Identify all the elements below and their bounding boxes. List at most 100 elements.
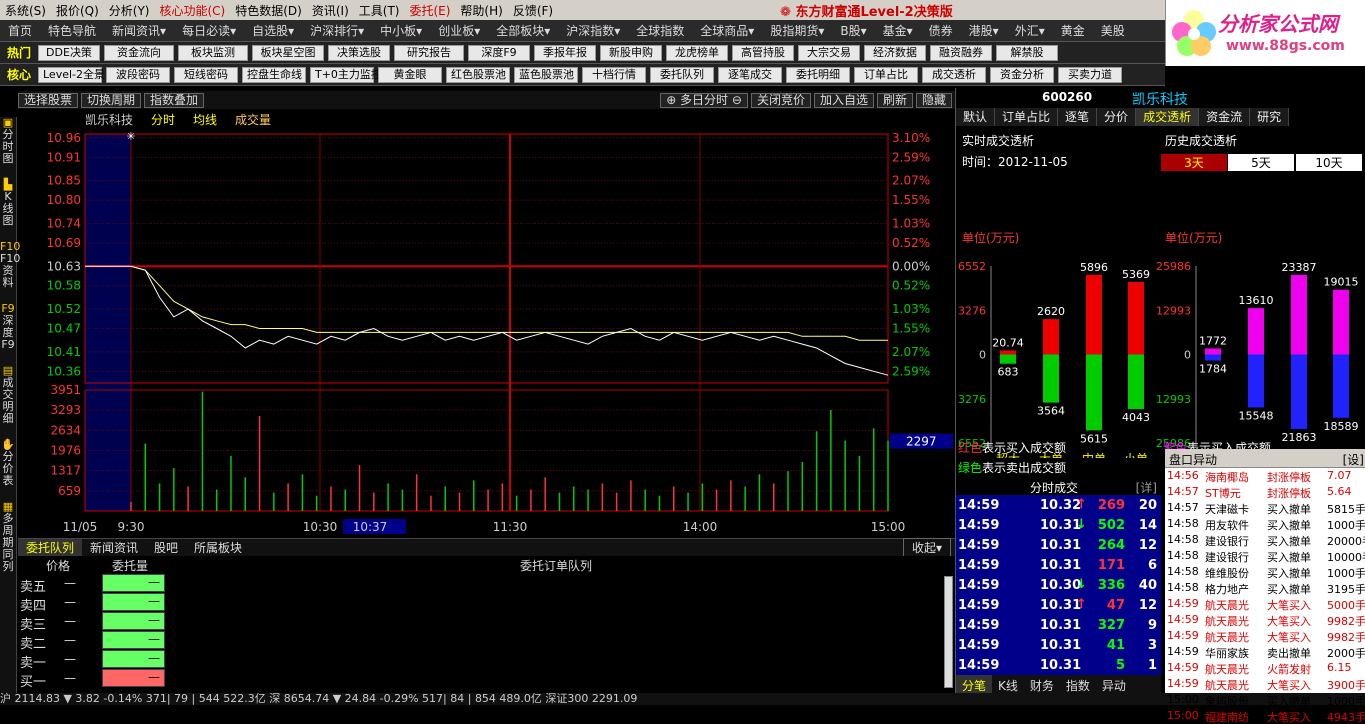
- tick-tab[interactable]: K线: [992, 675, 1024, 693]
- nav-item[interactable]: 全球指数: [628, 22, 692, 39]
- right-tab[interactable]: 研究: [1250, 108, 1290, 126]
- nav-item[interactable]: 黄金: [1053, 22, 1093, 39]
- right-tab[interactable]: 订单占比: [995, 108, 1059, 126]
- menu-item[interactable]: 系统(S): [0, 2, 51, 19]
- menu-item[interactable]: 工具(T): [354, 2, 405, 19]
- nav-item[interactable]: 沪深排行▾: [302, 22, 372, 39]
- tick-tab[interactable]: 分笔: [956, 675, 993, 693]
- side-tab[interactable]: ▣ 分时图: [0, 117, 16, 165]
- alert-row[interactable]: 14:59 华丽家族 卖出撤单 2000手: [1165, 644, 1365, 660]
- hot-button[interactable]: 深度F9: [468, 44, 530, 61]
- core-button[interactable]: 成交透析: [922, 66, 986, 83]
- core-button[interactable]: 买卖力道: [1058, 66, 1122, 83]
- tick-tab[interactable]: 异动: [1095, 675, 1132, 693]
- nav-item[interactable]: 特色导航: [40, 22, 104, 39]
- nav-item[interactable]: 自选股▾: [244, 22, 302, 39]
- nav-item[interactable]: 外汇▾: [1007, 22, 1053, 39]
- side-tab[interactable]: ▦ 多周期同列: [0, 501, 16, 573]
- queue-scrollbar[interactable]: [944, 576, 953, 688]
- menu-item[interactable]: 特色数据(D): [230, 2, 307, 19]
- bottom-tab[interactable]: 委托队列: [18, 539, 83, 556]
- alert-row[interactable]: 15:00 福建南纺 大笔买入 4943手: [1165, 708, 1365, 724]
- alert-row[interactable]: 14:58建设银行买入撤单20000手: [1165, 532, 1365, 548]
- side-tab[interactable]: F9 深度F9: [0, 303, 16, 351]
- right-tab[interactable]: 资金流: [1199, 108, 1251, 126]
- alert-settings-button[interactable]: [设]: [1343, 451, 1364, 468]
- core-button[interactable]: 十档行情: [582, 66, 646, 83]
- hot-button[interactable]: 龙虎榜单: [666, 44, 728, 61]
- core-button[interactable]: 订单占比: [854, 66, 918, 83]
- nav-item[interactable]: 基金▾: [875, 22, 921, 39]
- menu-item[interactable]: 委托(E): [404, 2, 455, 19]
- nav-item[interactable]: B股▾: [832, 22, 874, 39]
- bottom-tab[interactable]: 所属板块: [186, 539, 250, 556]
- tick-tab[interactable]: 指数: [1059, 675, 1096, 693]
- avg-label[interactable]: 均线: [193, 111, 217, 128]
- nav-item[interactable]: 新闻资讯▾: [104, 22, 174, 39]
- alert-row[interactable]: 14:57 ST博元 封涨停板 5.64: [1165, 484, 1365, 500]
- alert-row[interactable]: 14:59 航天晨光 大笔买入 5000手: [1165, 596, 1365, 612]
- nav-item[interactable]: 全部板块▾: [488, 22, 558, 39]
- core-button[interactable]: 控盘生命线: [242, 66, 306, 83]
- mode-label[interactable]: 分时: [151, 111, 175, 128]
- core-button[interactable]: 短线密码: [174, 66, 238, 83]
- nav-item[interactable]: 首页: [0, 22, 40, 39]
- menu-item[interactable]: 分析(Y): [104, 2, 155, 19]
- menu-item[interactable]: 资讯(I): [307, 2, 354, 19]
- intraday-chart[interactable]: 10.96 3.10% 10.91 2.59% 10.85 2.07% 10.80 1.55%…: [18, 128, 955, 538]
- core-button[interactable]: 资金分析: [990, 66, 1054, 83]
- alert-row[interactable]: 14:58 维维股份 买入撤单 1000手: [1165, 564, 1365, 580]
- toolbar-button[interactable]: 指数叠加: [144, 92, 205, 108]
- core-button[interactable]: T+0主力监控: [310, 66, 382, 83]
- toolbar-button[interactable]: ⊕ 多日分时 ⊖: [660, 92, 748, 108]
- hot-button[interactable]: 融资融券: [930, 44, 992, 61]
- hot-button[interactable]: DDE决策: [38, 44, 100, 61]
- tick-tab[interactable]: 财务: [1023, 675, 1060, 693]
- side-tab[interactable]: ▙ K线图: [0, 179, 16, 227]
- toolbar-button[interactable]: 选择股票: [18, 92, 79, 108]
- core-button[interactable]: 黄金眼: [378, 66, 442, 83]
- hot-button[interactable]: 大宗交易: [798, 44, 860, 61]
- queue-row[interactable]: 卖一 — —: [18, 650, 955, 671]
- menu-item[interactable]: 报价(Q): [51, 2, 104, 19]
- core-button[interactable]: 逐笔成交: [718, 66, 782, 83]
- hot-button[interactable]: 研究报告: [394, 44, 464, 61]
- alert-row[interactable]: 14:59 航天晨光 大笔买入 9982手: [1165, 628, 1365, 644]
- menu-item[interactable]: 核心功能(C): [155, 2, 231, 19]
- toolbar-button[interactable]: 关闭竞价: [750, 92, 811, 108]
- core-button[interactable]: Level-2全景: [38, 66, 105, 83]
- hot-button[interactable]: 决策选股: [328, 44, 390, 61]
- side-tab[interactable]: F10 F10资料: [0, 241, 20, 289]
- bottom-tab[interactable]: 股吧: [146, 539, 186, 556]
- right-tab[interactable]: 成交透析: [1136, 108, 1200, 126]
- queue-row[interactable]: 卖五 — —: [18, 574, 955, 595]
- toolbar-button[interactable]: 切换周期: [81, 92, 142, 108]
- nav-item[interactable]: 美股: [1093, 22, 1133, 39]
- hot-button[interactable]: 新股申购: [600, 44, 662, 61]
- core-button[interactable]: 波段密码: [106, 66, 170, 83]
- alert-row[interactable]: 14:59 航天晨光 火箭发射 6.15: [1165, 660, 1365, 676]
- nav-item[interactable]: 沪深指数▾: [558, 22, 628, 39]
- alert-row[interactable]: 14:57 天津磁卡 买入撤单 5815手: [1165, 500, 1365, 516]
- hot-button[interactable]: 板块监测: [178, 44, 248, 61]
- menu-item[interactable]: 帮助(H): [455, 2, 507, 19]
- right-tab[interactable]: 默认: [956, 108, 996, 126]
- toolbar-button[interactable]: 加入自选: [813, 92, 874, 108]
- menu-item[interactable]: 反馈(F): [508, 2, 558, 19]
- toolbar-button[interactable]: 隐藏: [915, 92, 952, 108]
- hot-button[interactable]: 板块星空图: [252, 44, 324, 61]
- core-button[interactable]: 蓝色股票池: [514, 66, 578, 83]
- alert-row[interactable]: 15:00 象屿股份 买入撤单 1000手: [1165, 692, 1365, 708]
- core-button[interactable]: 红色股票池: [446, 66, 510, 83]
- queue-row[interactable]: 卖三 — —: [18, 612, 955, 633]
- core-button[interactable]: 委托明细: [786, 66, 850, 83]
- right-tab[interactable]: 逐笔: [1058, 108, 1098, 126]
- nav-item[interactable]: 中小板▾: [372, 22, 430, 39]
- core-button[interactable]: 委托队列: [650, 66, 714, 83]
- right-tab[interactable]: 分价: [1097, 108, 1137, 126]
- vol-label[interactable]: 成交量: [235, 111, 271, 128]
- side-tab[interactable]: ▤ 成交明细: [0, 365, 16, 425]
- alert-row[interactable]: 14:59 航天晨光 大笔买入 3900手: [1165, 676, 1365, 692]
- alert-row[interactable]: 14:58建设银行买入撤单10000手: [1165, 548, 1365, 564]
- alert-row[interactable]: 14:56 海南椰岛 封涨停板 7.07: [1165, 468, 1365, 484]
